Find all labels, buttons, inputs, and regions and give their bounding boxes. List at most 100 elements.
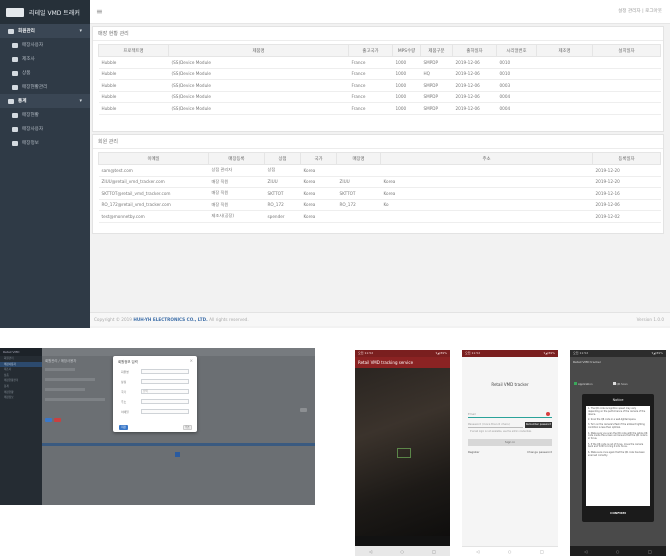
home-icon[interactable]: ○ [508, 549, 512, 554]
recents-icon[interactable]: □ [540, 549, 544, 554]
table-cell [592, 79, 661, 92]
sidebar: 리테일 VMD 트래커 회원관리 ▾ 매장사용자 제조사 상품 매장현황관리 통계 ▾ 매장현황… [0, 0, 90, 328]
table-row[interactable]: SKTTOT@retail_vmd_tracker.com 매장 직원 SKTTOT… [98, 187, 661, 200]
table-cell [536, 56, 593, 69]
filter-field[interactable] [45, 388, 85, 391]
email-field[interactable]: Email [468, 412, 552, 418]
column-header[interactable]: 이메일 [98, 152, 209, 165]
home-icon[interactable]: ○ [616, 549, 620, 554]
dialog-body: 1. The QR code recognition speed may var… [586, 406, 650, 506]
table-cell: 1000 [392, 102, 421, 115]
sidebar-item[interactable]: 매장현황관리 [0, 80, 90, 94]
table-cell: Hubble [98, 56, 169, 69]
copyright-company[interactable]: HUH-YH ELECTRONICS CO., LTD. [133, 317, 207, 322]
column-header[interactable]: 출하일자 [452, 44, 497, 57]
column-header[interactable]: 출고국가 [348, 44, 393, 57]
cancel-button[interactable]: 취소 [183, 425, 192, 430]
column-header[interactable]: 제조명 [536, 44, 593, 57]
table-row[interactable]: RO_172@retail_vmd_tracker.com 매장 직원 RO_172… [98, 199, 661, 211]
table-row[interactable]: Hubble (SS)Device Module France 1000 SMPDP 20… [98, 102, 661, 115]
action-button[interactable] [54, 418, 61, 422]
topbar-user-links[interactable]: 설정 관리자 | 로그아웃 [618, 8, 662, 14]
column-header[interactable]: 프로젝트명 [98, 44, 169, 57]
form-input[interactable] [141, 399, 189, 404]
sidebar-item[interactable]: 매장사용자 [0, 38, 90, 52]
form-input[interactable] [141, 379, 189, 384]
table-cell: sam@test.com [98, 164, 209, 177]
sidebar-item[interactable]: 매장사용자 [0, 122, 90, 136]
remember-password-button[interactable]: Remember password [525, 422, 552, 428]
column-header[interactable]: 상점 [264, 152, 301, 165]
camera-preview[interactable] [355, 368, 450, 536]
table-row[interactable]: Hubble (SS)Device Module France 1000 SMPDP 20… [98, 91, 661, 103]
back-icon[interactable]: ◁ [369, 549, 372, 554]
table-row[interactable]: Hubble (SS)Device Module France 1000 SMPDP 20… [98, 56, 661, 69]
form-input[interactable] [141, 369, 189, 374]
column-header[interactable]: 제품구분 [420, 44, 453, 57]
back-icon[interactable]: ◁ [476, 549, 479, 554]
filter-field[interactable] [45, 398, 105, 401]
form-input[interactable]: 선택 [141, 389, 189, 394]
table-cell [592, 91, 661, 103]
table-cell: 0003 [496, 79, 537, 92]
table-row[interactable]: ZIUU@retail_vmd_tracker.com 매장 직원 ZIUU Kore… [98, 176, 661, 188]
sidebar-item[interactable]: 매장정보 [0, 136, 90, 150]
sign-in-button[interactable]: Sign in [468, 439, 552, 446]
brand[interactable]: 리테일 VMD 트래커 [0, 0, 90, 24]
column-header[interactable]: MPS수량 [392, 44, 421, 57]
sidebar-item[interactable]: 회원관리 ▾ [0, 24, 90, 38]
table-row[interactable]: test@monnetby.com 제조사(공장) spender Korea 2019… [98, 210, 661, 223]
table-header-bar [42, 443, 315, 446]
sidebar-item-label: 통계 [18, 99, 27, 104]
column-header[interactable]: 매장명 [336, 152, 381, 165]
table-cell: 제조사(공장) [208, 210, 265, 223]
save-button[interactable]: 저장 [119, 425, 128, 430]
table-cell: 매장 직원 [208, 187, 265, 200]
sidebar-item[interactable]: 상품 [0, 66, 90, 80]
app-header: Retail VMD tracking service [355, 357, 450, 368]
notice-step: 3. Turn on the camera's flash if the amb… [588, 423, 645, 430]
table-cell: 1000 [392, 68, 421, 80]
status-time: 오전 11:52 [358, 351, 374, 355]
recents-icon[interactable]: □ [432, 549, 436, 554]
change-password-link[interactable]: Change password [527, 450, 552, 454]
column-header[interactable]: 주소 [380, 152, 593, 165]
table-cell: (SS)Device Module [168, 91, 349, 103]
user-table-header: 이메일 매장등록 상점 국가 매장명 주소 등록일자 [98, 152, 661, 165]
close-icon[interactable]: × [190, 358, 193, 363]
sidebar-item[interactable]: 통계 ▾ [0, 94, 90, 108]
table-row[interactable]: Hubble (SS)Device Module France 1000 SMPDP 20… [98, 79, 661, 92]
column-header[interactable]: 시리얼번호 [496, 44, 537, 57]
column-header[interactable]: 매장등록 [208, 152, 265, 165]
home-icon[interactable]: ○ [400, 549, 404, 554]
table-row[interactable]: Hubble (SS)Device Module France 1000 HQ 2019-… [98, 68, 661, 80]
column-header[interactable]: 설치일자 [592, 44, 661, 57]
table-cell: SMPDP [420, 102, 453, 115]
menu-toggle-icon[interactable]: ≡ [96, 7, 103, 16]
register-link[interactable]: Register [468, 450, 480, 454]
option-application[interactable]: Application [574, 382, 593, 386]
sidebar-item[interactable]: 제조사 [0, 52, 90, 66]
column-header[interactable]: 국가 [300, 152, 337, 165]
sidebar-item[interactable]: 매장현황 [0, 108, 90, 122]
table-cell: 2019-12-06 [592, 199, 661, 211]
back-icon[interactable]: ◁ [584, 549, 587, 554]
search-button[interactable] [300, 408, 307, 412]
pagination-current[interactable] [175, 452, 180, 457]
modal-screen-menu-item[interactable]: 매장정보 [0, 395, 42, 401]
confirm-button[interactable]: CONFIRM [582, 511, 654, 515]
field-label: 국가 [121, 390, 127, 394]
table-row[interactable]: sam@test.com 상점 관리자 상점 Korea 2019-12-20 [98, 164, 661, 177]
action-button[interactable] [45, 418, 52, 422]
password-field[interactable]: Password (more than 6 chars) [468, 422, 523, 428]
filter-field[interactable] [45, 368, 75, 371]
option-qr-scan[interactable]: QR Scan [612, 382, 627, 386]
filter-field[interactable] [45, 378, 95, 381]
form-input[interactable] [141, 409, 189, 414]
recents-icon[interactable]: □ [648, 549, 652, 554]
table-cell: 0004 [496, 102, 537, 115]
table-cell: 2019-12-06 [452, 102, 497, 115]
column-header[interactable]: 등록일자 [592, 152, 661, 165]
column-header[interactable]: 제품명 [168, 44, 349, 57]
table-cell: Korea [380, 187, 593, 200]
